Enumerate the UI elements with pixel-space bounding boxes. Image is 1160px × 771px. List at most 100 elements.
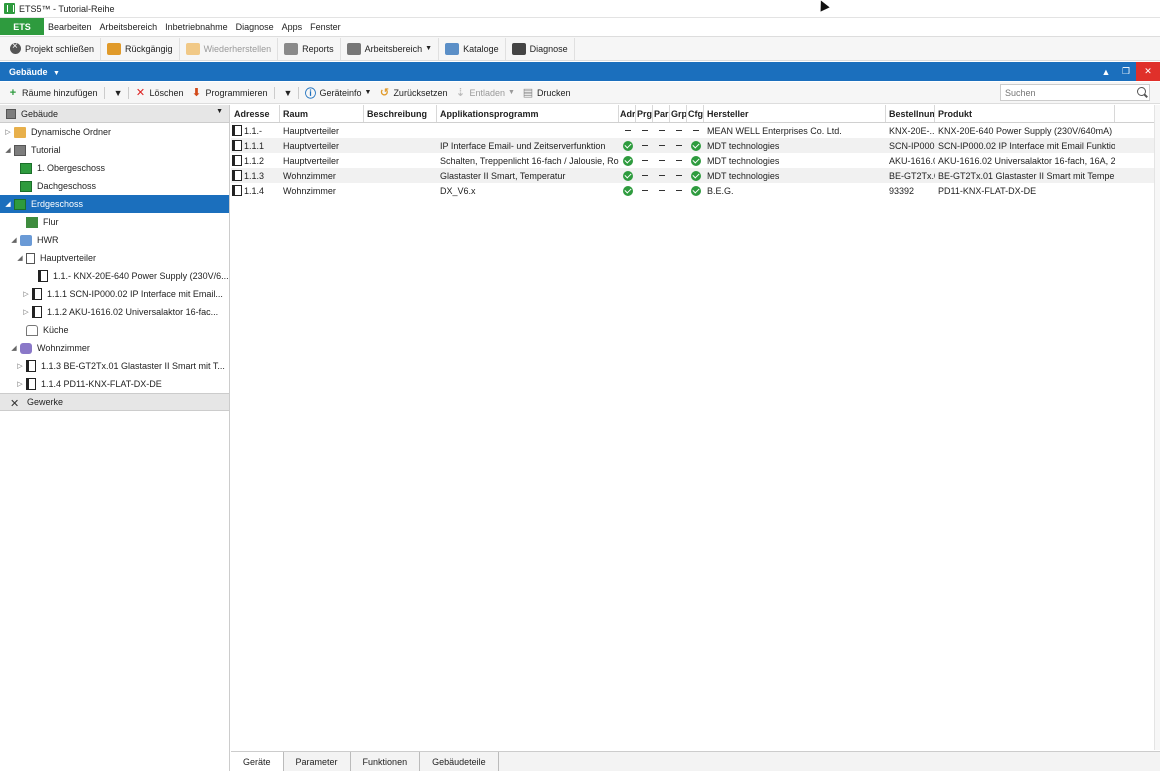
expanded-arrow-icon[interactable]: ◢ [4, 146, 12, 154]
collapsed-arrow-icon[interactable]: ▷ [4, 128, 12, 136]
cell-adr [619, 168, 636, 183]
bottom-tabs: Geräte Parameter Funktionen Gebäudeteile [231, 751, 1160, 771]
col-grp[interactable]: Grp [670, 105, 687, 122]
close-icon[interactable]: ✕ [1136, 62, 1160, 81]
tree-item[interactable]: Dachgeschoss [0, 177, 229, 195]
cell-text: IP Interface Email- und Zeitserverfunkti… [440, 140, 606, 151]
panel-title-dropdown[interactable]: Gebäude ▼ [0, 67, 60, 77]
tree-item[interactable]: 1.1.- KNX-20E-640 Power Supply (230V/6..… [0, 267, 229, 285]
col-prg[interactable]: Prg [636, 105, 653, 122]
tree-item[interactable]: Küche [0, 321, 229, 339]
expanded-arrow-icon[interactable]: ◢ [10, 344, 18, 352]
cell-prg [636, 153, 653, 168]
living-room-icon [20, 342, 32, 354]
cell-order: BE-GT2Tx.01 [886, 168, 935, 183]
tab-parameter[interactable]: Parameter [284, 752, 351, 771]
expanded-arrow-icon[interactable]: ◢ [16, 254, 24, 262]
tree-item[interactable]: 1. Obergeschoss [0, 159, 229, 177]
reset-button[interactable]: ↺ Zurücksetzen [375, 83, 451, 103]
menu-inbetriebnahme[interactable]: Inbetriebnahme [161, 22, 232, 32]
menu-bearbeiten[interactable]: Bearbeiten [44, 22, 96, 32]
col-product[interactable]: Produkt [935, 105, 1115, 122]
printer-icon: ▤ [522, 87, 534, 99]
tree-item[interactable]: ▷ 1.1.1 SCN-IP000.02 IP Interface mit Ema… [0, 285, 229, 303]
tree-item[interactable]: ◢ Wohnzimmer [0, 339, 229, 357]
menu-fenster[interactable]: Fenster [306, 22, 345, 32]
cell-text: DX_V6.x [440, 185, 476, 196]
tree-item[interactable]: ◢ HWR [0, 231, 229, 249]
collapsed-arrow-icon[interactable]: ▷ [22, 290, 30, 298]
tab-geraete[interactable]: Geräte [231, 752, 284, 771]
vertical-scrollbar[interactable] [1154, 105, 1160, 750]
tree-item[interactable]: ▷ 1.1.4 PD11-KNX-FLAT-DX-DE [0, 375, 229, 393]
gewerke-section[interactable]: ✕ Gewerke [0, 393, 229, 411]
expanded-arrow-icon[interactable]: ◢ [4, 200, 12, 208]
search-input[interactable] [1005, 87, 1125, 98]
tab-funktionen[interactable]: Funktionen [351, 752, 421, 771]
table-row[interactable]: 1.1.3 Wohnzimmer Glastaster II Smart, Temp… [231, 168, 1160, 183]
col-order-number[interactable]: Bestellnum [886, 105, 935, 122]
menu-diagnose[interactable]: Diagnose [232, 22, 278, 32]
ets-menu-button[interactable]: ETS [0, 18, 44, 35]
reports-button[interactable]: Reports [278, 37, 341, 60]
tree-item[interactable]: ◢ Erdgeschoss [0, 195, 229, 213]
table-row[interactable]: 1.1.- Hauptverteiler MEAN WELL Enterprises… [231, 123, 1160, 138]
tree-item[interactable]: ◢ Tutorial [0, 141, 229, 159]
col-application[interactable]: Applikationsprogramm [437, 105, 619, 122]
cell-text: MDT technologies [707, 170, 780, 181]
cell-cfg [687, 138, 704, 153]
diagnostics-button[interactable]: Diagnose [506, 37, 575, 60]
search-box [1000, 84, 1150, 101]
table-row[interactable]: 1.1.1 Hauptverteiler IP Interface Email- u… [231, 138, 1160, 153]
cell-product: KNX-20E-640 Power Supply (230V/640mA) [935, 123, 1115, 138]
program-button[interactable]: ⬇ Programmieren [188, 83, 272, 103]
redo-button[interactable]: Wiederherstellen [180, 37, 279, 60]
col-cfg[interactable]: Cfg [687, 105, 704, 122]
tree-item[interactable]: ◢ Hauptverteiler [0, 249, 229, 267]
tree-item[interactable]: ▷ 1.1.2 AKU-1616.02 Universalaktor 16-fac… [0, 303, 229, 321]
table-header: Adresse Raum Beschreibung Applikationspr… [231, 105, 1160, 123]
collapsed-arrow-icon[interactable]: ▷ [16, 362, 24, 370]
col-adr[interactable]: Adr [619, 105, 636, 122]
separator [273, 86, 275, 99]
col-description[interactable]: Beschreibung [364, 105, 437, 122]
close-project-button[interactable]: Projekt schließen [4, 37, 102, 60]
collapse-icon[interactable]: ▲ [1096, 62, 1116, 81]
print-button[interactable]: ▤ Drucken [519, 83, 575, 103]
catalogs-button[interactable]: Kataloge [439, 37, 506, 60]
collapsed-arrow-icon[interactable]: ▷ [22, 308, 30, 316]
table-row[interactable]: 1.1.4 Wohnzimmer DX_V6.x B.E.G. 93392 PD11-KN… [231, 183, 1160, 198]
tree-item[interactable]: ▷ 1.1.3 BE-GT2Tx.01 Glastaster II Smart m… [0, 357, 229, 375]
device-info-button[interactable]: ⓘ Geräteinfo ▼ [301, 83, 375, 103]
cell-app: DX_V6.x [437, 183, 619, 198]
col-address[interactable]: Adresse [231, 105, 280, 122]
tab-gebaeudeteile[interactable]: Gebäudeteile [420, 752, 499, 771]
cell-manufacturer: B.E.G. [704, 183, 886, 198]
col-par[interactable]: Par [653, 105, 670, 122]
restore-icon[interactable]: ❐ [1116, 62, 1136, 81]
cell-text: B.E.G. [707, 185, 734, 196]
add-rooms-button[interactable]: + Räume hinzufügen [4, 83, 102, 103]
expanded-arrow-icon[interactable]: ◢ [10, 236, 18, 244]
table-row[interactable]: 1.1.2 Hauptverteiler Schalten, Treppenlich… [231, 153, 1160, 168]
workspace-button[interactable]: Arbeitsbereich ▼ [341, 37, 440, 60]
menu-arbeitsbereich[interactable]: Arbeitsbereich [96, 22, 162, 32]
search-icon[interactable] [1137, 87, 1146, 96]
cell-text: BE-GT2Tx.01 Glastaster II Smart mit Temp… [938, 170, 1115, 181]
cell-par [653, 153, 670, 168]
add-rooms-dropdown-icon[interactable]: ▼ [110, 83, 127, 103]
col-manufacturer[interactable]: Hersteller [704, 105, 886, 122]
tree-item[interactable]: ▷ Dynamische Ordner [0, 123, 229, 141]
delete-button[interactable]: ✕ Löschen [131, 83, 187, 103]
unload-button[interactable]: ⇣ Entladen ▼ [451, 83, 518, 103]
menu-apps[interactable]: Apps [278, 22, 307, 32]
undo-button[interactable]: Rückgängig [101, 37, 180, 60]
collapsed-arrow-icon[interactable]: ▷ [16, 380, 24, 388]
program-dropdown-icon[interactable]: ▼ [280, 83, 297, 103]
cell-manufacturer: MDT technologies [704, 153, 886, 168]
col-room[interactable]: Raum [280, 105, 364, 122]
tree-header-dropdown[interactable]: Gebäude ▼ [0, 105, 229, 123]
dash-icon [658, 130, 665, 131]
device-icon [38, 270, 48, 282]
tree-item[interactable]: Flur [0, 213, 229, 231]
